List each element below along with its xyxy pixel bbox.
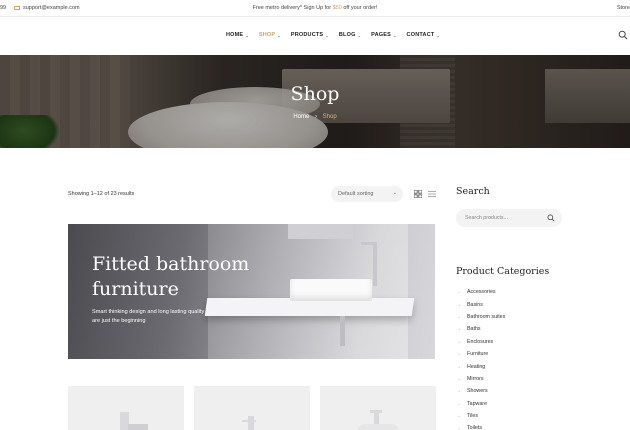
category-item[interactable]: → Toilets [456, 422, 505, 430]
category-item[interactable]: → Bathroom suites [456, 311, 505, 323]
top-bar: 99 support@example.com Free metro delive… [0, 0, 630, 16]
category-item[interactable]: → Heating [456, 360, 505, 372]
stores-link[interactable]: Store [617, 5, 630, 11]
category-item[interactable]: → Mirrors [456, 373, 505, 385]
arrow-right-icon: → [456, 425, 461, 430]
page-hero: Shop Home › Shop [0, 55, 630, 148]
chevron-down-icon: ⌄ [325, 32, 329, 38]
search-icon[interactable] [547, 214, 555, 222]
search-widget-title: Search [456, 186, 490, 197]
category-label: Accessories [467, 289, 496, 296]
category-label: Enclosures [467, 338, 494, 345]
sort-select[interactable]: Default sorting ⌄ [331, 186, 403, 202]
product-image-spout [370, 410, 382, 413]
product-card[interactable] [194, 386, 310, 430]
banner-heading: Fitted bathroom furniture [92, 252, 262, 302]
chevron-down-icon: ⌄ [357, 32, 362, 38]
promo-highlight: $50 [332, 5, 342, 11]
chevron-down-icon: ⌄ [392, 32, 397, 38]
page-title: Shop [290, 83, 340, 105]
arrow-right-icon: → [456, 289, 461, 296]
banner-basin [290, 279, 372, 301]
product-image-basin [358, 424, 398, 430]
search-placeholder: Search products... [465, 215, 508, 221]
category-item[interactable]: → Basins [456, 298, 505, 310]
arrow-right-icon: → [456, 413, 461, 420]
chevron-down-icon: ⌄ [436, 32, 440, 38]
category-label: Tapware [467, 400, 488, 407]
grid-view-icon[interactable] [414, 190, 422, 198]
arrow-right-icon: → [456, 375, 461, 382]
breadcrumb-current: Shop [322, 114, 337, 120]
nav-item-label: BLOG [338, 32, 356, 38]
banner-heading-line2: furniture [92, 278, 179, 300]
chevron-down-icon: ⌄ [392, 190, 397, 196]
nav-item-blog[interactable]: BLOG ⌄ [339, 32, 361, 38]
nav-item-home[interactable]: HOME ⌄ [226, 32, 249, 38]
product-image-base [128, 424, 148, 430]
chevron-down-icon: ⌄ [245, 32, 249, 38]
arrow-right-icon: → [456, 363, 461, 370]
product-card[interactable] [68, 386, 184, 430]
arrow-right-icon: → [456, 301, 461, 308]
category-item[interactable]: → Tiles [456, 410, 505, 422]
promo-banner[interactable]: Fitted bathroom furniture Smart thinking… [68, 224, 435, 359]
category-label: Baths [467, 326, 481, 333]
nav-item-label: PRODUCTS [290, 32, 324, 38]
category-label: Toilets [467, 425, 483, 430]
sort-select-value: Default sorting [338, 191, 374, 197]
banner-mirror [288, 224, 353, 239]
breadcrumb-separator: › [315, 114, 317, 120]
category-label: Mirrors [467, 375, 484, 382]
arrow-right-icon: → [456, 326, 461, 333]
category-label: Furniture [467, 351, 489, 358]
category-label: Tiles [467, 413, 478, 420]
banner-faucet [373, 242, 377, 286]
nav-item-label: CONTACT [406, 32, 435, 38]
category-item[interactable]: → Enclosures [456, 336, 505, 348]
category-item[interactable]: → Baths [456, 323, 505, 335]
banner-pipe [340, 316, 345, 346]
nav-item-contact[interactable]: CONTACT ⌄ [407, 32, 440, 38]
banner-heading-line1: Fitted bathroom [92, 253, 250, 275]
nav-item-label: PAGES [371, 32, 391, 38]
search-input[interactable]: Search products... [456, 209, 562, 227]
chevron-down-icon: ⌄ [277, 32, 281, 38]
arrow-right-icon: → [456, 338, 461, 345]
breadcrumb: Home › Shop [0, 114, 630, 120]
product-image [248, 416, 254, 430]
categories-widget-title: Product Categories [456, 266, 550, 277]
category-label: Showers [467, 388, 488, 395]
category-label: Basins [467, 301, 483, 308]
category-label: Bathroom suites [467, 313, 506, 320]
breadcrumb-home[interactable]: Home [293, 114, 309, 120]
category-item[interactable]: → Accessories [456, 286, 505, 298]
nav-item-products[interactable]: PRODUCTS ⌄ [291, 32, 329, 38]
nav-item-label: SHOP [258, 32, 276, 38]
category-item[interactable]: → Furniture [456, 348, 505, 360]
arrow-right-icon: → [456, 313, 461, 320]
nav-item-shop[interactable]: SHOP ⌄ [259, 32, 281, 38]
arrow-right-icon: → [456, 351, 461, 358]
result-count: Showing 1–12 of 23 results [68, 191, 135, 197]
promo-text-end: off your order! [341, 5, 378, 11]
arrow-right-icon: → [456, 400, 461, 407]
site-header: HOME ⌄ SHOP ⌄ PRODUCTS ⌄ BLOG ⌄ PAGES ⌄ CONTACT ⌄ [0, 16, 630, 55]
search-icon[interactable] [618, 30, 628, 40]
nav-item-label: HOME [226, 32, 244, 38]
category-label: Heating [467, 363, 486, 370]
nav-item-pages[interactable]: PAGES ⌄ [371, 32, 396, 38]
banner-subtext: Smart thinking design and long lasting q… [92, 309, 205, 324]
promo-message: Free metro delivery* Sign Up for $50 off… [0, 5, 630, 11]
promo-text: Free metro delivery* Sign Up for [252, 5, 333, 11]
list-view-icon[interactable] [428, 190, 436, 198]
category-list: → Accessories → Basins → Bathroom suites → Bath… [456, 286, 505, 430]
product-card[interactable] [320, 386, 436, 430]
arrow-right-icon: → [456, 388, 461, 395]
main-nav: HOME ⌄ SHOP ⌄ PRODUCTS ⌄ BLOG ⌄ PAGES ⌄ CONTACT ⌄ [226, 32, 440, 38]
category-item[interactable]: → Tapware [456, 398, 505, 410]
product-image-spout [242, 420, 256, 422]
category-item[interactable]: → Showers [456, 385, 505, 397]
